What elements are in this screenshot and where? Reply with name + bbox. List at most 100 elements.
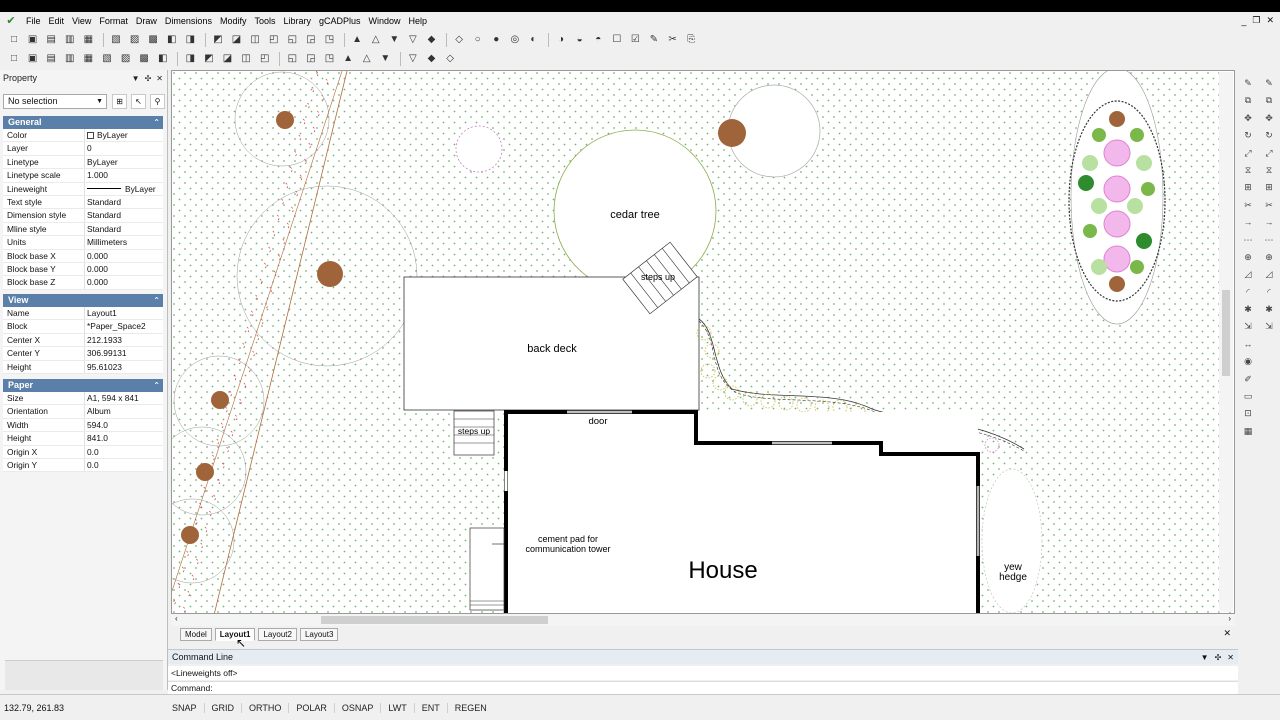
menu-item-edit[interactable]: Edit bbox=[45, 16, 69, 26]
stretch-icon[interactable]: ⇲ bbox=[1240, 319, 1256, 335]
line-icon[interactable]: ▣ bbox=[25, 51, 41, 67]
field-icon[interactable]: ✎ bbox=[646, 32, 662, 48]
property-row[interactable]: Center X 212.1933 bbox=[3, 333, 163, 348]
insert-block-icon[interactable]: ⊡ bbox=[1240, 406, 1256, 422]
close-button[interactable]: ✕ bbox=[1266, 15, 1274, 26]
menu-item-file[interactable]: File bbox=[22, 16, 45, 26]
zoom-out-icon[interactable]: ◪ bbox=[229, 32, 245, 48]
match-icon[interactable]: ◎ bbox=[507, 32, 523, 48]
print-icon[interactable]: ▦ bbox=[80, 32, 96, 48]
menu-item-help[interactable]: Help bbox=[405, 16, 432, 26]
section-header[interactable]: General ⌃ bbox=[3, 116, 163, 129]
layer-tool-icon[interactable]: ⧖ bbox=[1261, 163, 1277, 179]
vertical-scrollbar[interactable] bbox=[1219, 72, 1233, 612]
zoom-realtime-icon[interactable]: ◳ bbox=[322, 32, 338, 48]
property-row[interactable]: Width 594.0 bbox=[3, 418, 163, 433]
collapse-icon[interactable]: ⌃ bbox=[153, 379, 160, 392]
spline-icon[interactable]: ▦ bbox=[80, 51, 96, 67]
lwt-toggle[interactable]: LWT bbox=[381, 702, 415, 713]
quick-select-icon[interactable]: ⚲ bbox=[150, 94, 165, 109]
copy-icon[interactable]: ▨ bbox=[127, 32, 143, 48]
tab-layout2[interactable]: Layout2 bbox=[258, 627, 297, 641]
tab-model[interactable]: Model bbox=[180, 627, 212, 641]
property-row[interactable]: Dimension style Standard bbox=[3, 209, 163, 223]
menu-item-library[interactable]: Library bbox=[279, 16, 315, 26]
array-obj-icon[interactable]: ⊞ bbox=[1240, 180, 1256, 196]
vertical-scroll-thumb[interactable] bbox=[1222, 290, 1230, 376]
plus-icon[interactable]: ◆ bbox=[423, 51, 439, 67]
hatch-icon[interactable]: ◒ bbox=[572, 32, 588, 48]
property-row[interactable]: Center Y 306.99131 bbox=[3, 347, 163, 361]
dimension-icon[interactable]: ◰ bbox=[257, 51, 273, 67]
collapse-icon[interactable]: ⌃ bbox=[153, 294, 160, 307]
array-icon[interactable]: ◳ bbox=[322, 51, 338, 67]
block-edit-icon[interactable]: ▭ bbox=[1240, 389, 1256, 405]
ellipse-icon[interactable]: ▩ bbox=[136, 51, 152, 67]
divide-icon[interactable]: ✂ bbox=[1261, 198, 1277, 214]
cross-icon[interactable]: ⤢ bbox=[1261, 146, 1277, 162]
zoom-all-icon[interactable]: ◱ bbox=[284, 32, 300, 48]
cmd-pin-icon[interactable]: ✣ bbox=[1215, 653, 1222, 662]
property-row[interactable]: Name Layout1 bbox=[3, 307, 163, 321]
menu-item-draw[interactable]: Draw bbox=[132, 16, 161, 26]
property-row[interactable]: Block base Y 0.000 bbox=[3, 262, 163, 277]
chamfer-icon[interactable]: ◿ bbox=[1240, 267, 1256, 283]
grip-icon[interactable]: ◉ bbox=[1240, 354, 1256, 370]
snap-icon[interactable]: ◩ bbox=[201, 51, 217, 67]
toggle-pickadd-icon[interactable]: ⊞ bbox=[112, 94, 127, 109]
pencil-icon[interactable]: ✎ bbox=[1240, 76, 1256, 92]
text-icon[interactable]: ◓ bbox=[590, 32, 606, 48]
xline-icon[interactable]: ▤ bbox=[43, 51, 59, 67]
polyline-icon[interactable]: ▥ bbox=[62, 51, 78, 67]
command-input[interactable] bbox=[215, 682, 1238, 694]
break-icon[interactable]: ⋯ bbox=[1240, 233, 1256, 249]
layer-icon[interactable]: △ bbox=[368, 32, 384, 48]
panel-dropdown-icon[interactable]: ▼ bbox=[132, 74, 140, 83]
node-icon[interactable]: ⊞ bbox=[1261, 180, 1277, 196]
gcad-logo-icon[interactable]: ✔ bbox=[0, 14, 22, 27]
copy-obj-icon[interactable]: ⧉ bbox=[1240, 93, 1256, 109]
eraser-icon[interactable]: ✂ bbox=[665, 32, 681, 48]
table-icon[interactable]: ☑ bbox=[627, 32, 643, 48]
point-icon[interactable]: □ bbox=[6, 51, 22, 67]
layout-icon[interactable]: ▼ bbox=[386, 32, 402, 48]
tab-layout3[interactable]: Layout3 bbox=[299, 627, 339, 641]
cmd-close-icon[interactable]: ✕ bbox=[1227, 653, 1234, 662]
drawing-canvas[interactable]: cedar tree back deck steps up steps up d… bbox=[171, 70, 1235, 614]
cut-icon[interactable]: ▧ bbox=[108, 32, 124, 48]
close-icon[interactable]: ◿ bbox=[1261, 267, 1277, 283]
scroll-left-icon[interactable]: ‹ bbox=[175, 614, 178, 623]
add-icon[interactable]: ▥ bbox=[62, 32, 78, 48]
measure-icon[interactable]: ◨ bbox=[182, 51, 198, 67]
hatch-tool-icon[interactable]: ⇲ bbox=[1261, 319, 1277, 335]
section-header[interactable]: View ⌃ bbox=[3, 294, 163, 307]
property-row[interactable]: Size A1, 594 x 841 bbox=[3, 392, 163, 406]
extend-icon[interactable]: → bbox=[1240, 215, 1256, 231]
group-icon[interactable]: ▦ bbox=[1240, 424, 1256, 440]
trim-icon[interactable]: ✂ bbox=[1240, 198, 1256, 214]
minimize-button[interactable]: _ bbox=[1241, 16, 1246, 26]
hourglass-icon[interactable]: ⋯ bbox=[1261, 233, 1277, 249]
block-icon[interactable]: ◆ bbox=[423, 32, 439, 48]
restore-button[interactable]: ❐ bbox=[1252, 15, 1260, 26]
regen-toggle[interactable]: REGEN bbox=[448, 703, 494, 713]
snap-toggle[interactable]: SNAP bbox=[165, 702, 205, 713]
panel-close-icon[interactable]: ✕ bbox=[156, 74, 163, 83]
horizontal-scroll-thumb[interactable] bbox=[321, 616, 548, 624]
new-file-icon[interactable]: □ bbox=[6, 32, 22, 48]
menu-item-format[interactable]: Format bbox=[95, 16, 132, 26]
property-row[interactable]: Origin X 0.0 bbox=[3, 445, 163, 459]
menu-item-view[interactable]: View bbox=[68, 16, 95, 26]
property-row[interactable]: Mline style Standard bbox=[3, 222, 163, 237]
palette-icon[interactable]: ◐ bbox=[525, 32, 541, 48]
horizontal-scrollbar[interactable]: ‹ › bbox=[171, 614, 1235, 626]
osnap-toggle[interactable]: OSNAP bbox=[335, 702, 382, 713]
close-icon[interactable]: ✕ bbox=[1223, 628, 1231, 639]
line-tool-icon[interactable]: ✱ bbox=[1261, 302, 1277, 318]
attribute-icon[interactable]: ☐ bbox=[609, 32, 625, 48]
bars-icon[interactable]: ◑ bbox=[553, 32, 569, 48]
hexagon-icon[interactable]: ↻ bbox=[1261, 128, 1277, 144]
square-icon[interactable]: ✎ bbox=[1261, 76, 1277, 92]
menu-item-modify[interactable]: Modify bbox=[216, 16, 251, 26]
collapse-icon[interactable]: ⌃ bbox=[153, 116, 160, 129]
